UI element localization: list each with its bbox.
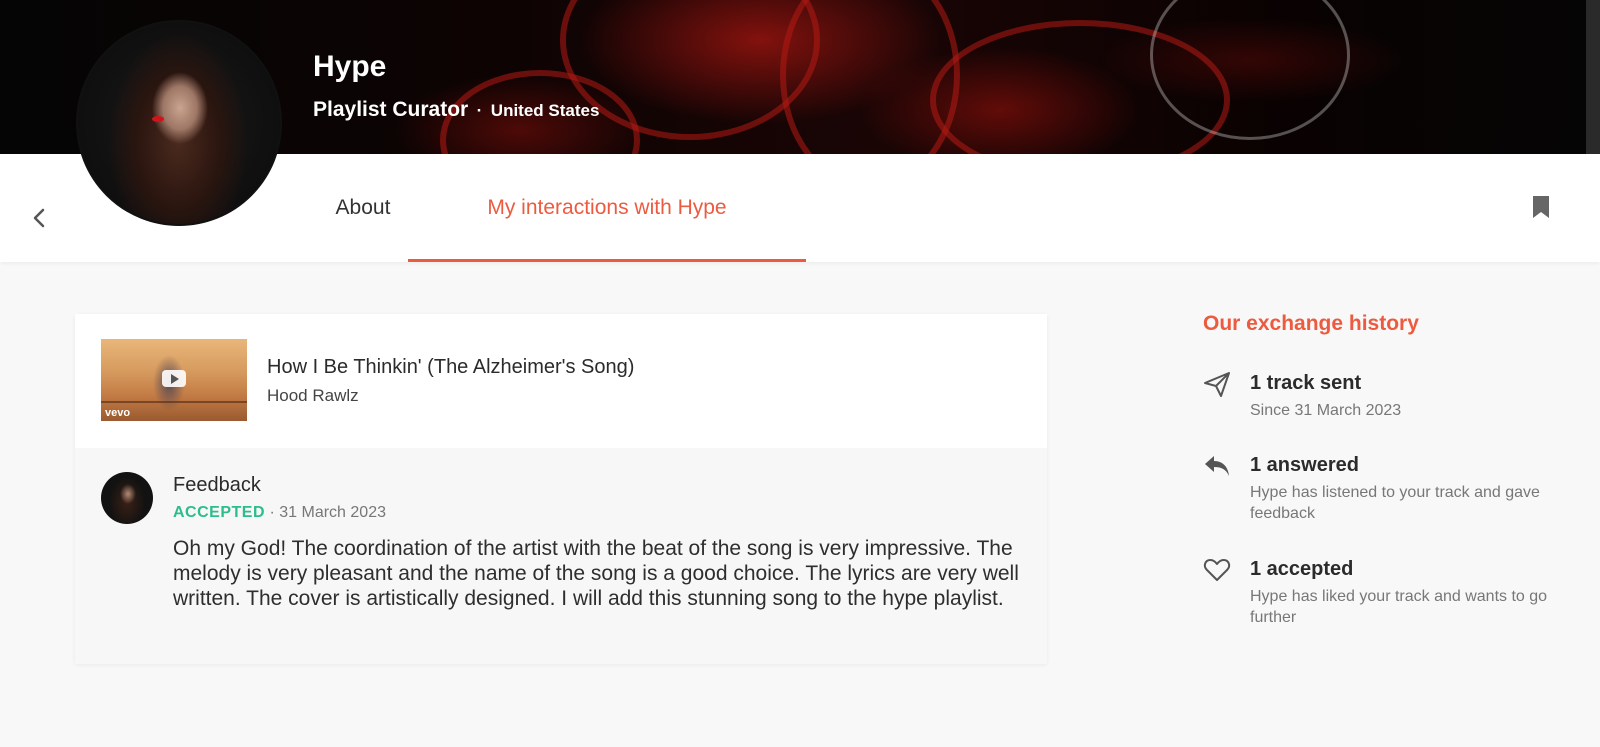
subtitle-separator: ·: [476, 101, 483, 120]
track-row: vevo How I Be Thinkin' (The Alzheimer's …: [75, 314, 1047, 448]
profile-name: Hype: [313, 50, 387, 83]
track-thumbnail[interactable]: vevo: [101, 339, 247, 421]
feedback-date: 31 March 2023: [279, 504, 386, 521]
feedback-body: Oh my God! The coordination of the artis…: [173, 537, 1019, 610]
heart-icon: [1203, 559, 1231, 581]
tab-my-interactions[interactable]: My interactions with Hype: [408, 154, 806, 262]
vevo-badge: vevo: [105, 407, 131, 419]
profile-subtitle: Playlist Curator · United States: [313, 98, 599, 122]
feedback-title: Feedback: [173, 474, 261, 496]
paper-plane-icon: [1204, 372, 1230, 397]
feedback-avatar: [101, 472, 153, 524]
tab-about[interactable]: About: [318, 154, 408, 262]
reply-icon: [1205, 456, 1229, 476]
profile-role: Playlist Curator: [313, 98, 469, 121]
interaction-card: vevo How I Be Thinkin' (The Alzheimer's …: [75, 314, 1047, 664]
history-description: Hype has liked your track and wants to g…: [1250, 588, 1548, 626]
history-title: Our exchange history: [1203, 312, 1419, 335]
status-badge: ACCEPTED: [173, 504, 266, 521]
banner-scrollbar[interactable]: [1586, 0, 1600, 154]
profile-country: United States: [490, 101, 600, 120]
history-description: Since 31 March 2023: [1250, 402, 1402, 419]
history-label: 1 answered: [1250, 454, 1359, 476]
history-label: 1 accepted: [1250, 558, 1354, 580]
meta-separator: ·: [269, 504, 275, 521]
profile-avatar: [76, 20, 282, 226]
play-icon[interactable]: [162, 370, 186, 387]
track-artist: Hood Rawlz: [267, 386, 359, 405]
track-title: How I Be Thinkin' (The Alzheimer's Song): [267, 356, 635, 378]
banner-decor: [780, 0, 960, 154]
bookmark-icon: [1533, 196, 1549, 218]
thumbnail-decor: [101, 401, 247, 403]
feedback-meta: ACCEPTED · 31 March 2023: [173, 504, 386, 522]
back-button[interactable]: [28, 206, 52, 230]
chevron-left-icon: [33, 208, 45, 228]
active-tab-indicator: [408, 259, 806, 262]
avatar-detail: [152, 116, 164, 122]
history-label: 1 track sent: [1250, 372, 1362, 394]
history-description: Hype has listened to your track and gave…: [1250, 484, 1540, 522]
bookmark-button[interactable]: [1531, 196, 1551, 218]
